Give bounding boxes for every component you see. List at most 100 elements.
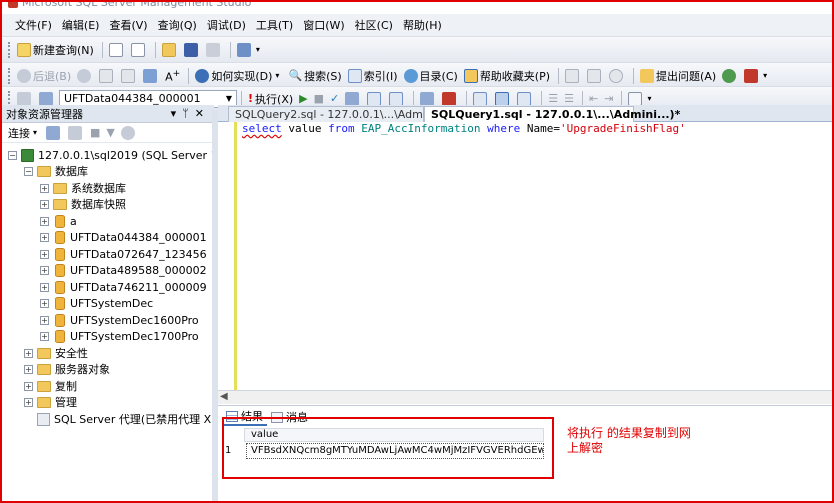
expand-icon[interactable]: +: [40, 282, 49, 292]
editor-horizontal-scrollbar[interactable]: ◀: [218, 390, 832, 404]
tree-node-system-databases[interactable]: + 系统数据库: [40, 180, 126, 196]
contents-button[interactable]: 目录(C): [402, 66, 460, 86]
collapse-icon[interactable]: −: [24, 166, 33, 176]
connect-dropdown-button[interactable]: 连接 ▾: [6, 123, 42, 143]
tree-node-replication[interactable]: + 复制: [24, 378, 77, 394]
chevron-down-icon: ▾: [275, 71, 280, 80]
tree-node-databases[interactable]: − 数据库: [24, 163, 88, 179]
menu-window[interactable]: 窗口(W): [298, 17, 349, 33]
oe-refresh-button[interactable]: [119, 123, 139, 143]
expand-icon[interactable]: +: [40, 183, 49, 193]
index-label: 索引(I): [363, 69, 398, 83]
print-button[interactable]: [204, 40, 224, 60]
expand-icon[interactable]: +: [24, 364, 33, 374]
tab-sqlquery1[interactable]: SQLQuery1.sql - 127.0.0.1\...\Admini...)…: [424, 106, 680, 122]
scroll-left-icon[interactable]: ◀: [220, 391, 228, 402]
plan-icon: [345, 91, 360, 106]
database-select-value: UFTData044384_000001: [64, 92, 201, 105]
tree-node-database-snapshots[interactable]: + 数据库快照: [40, 196, 126, 212]
sync-icon: [565, 68, 580, 83]
help-refresh-button[interactable]: [607, 66, 627, 86]
expand-icon[interactable]: +: [40, 331, 49, 341]
tree-node-database[interactable]: + UFTSystemDec1600Pro: [40, 312, 199, 328]
sql-field: Name: [526, 122, 554, 135]
oe-disconnect-button[interactable]: [66, 123, 86, 143]
menu-query[interactable]: 查询(Q): [153, 17, 202, 33]
tree-node-database[interactable]: + UFTData489588_000002: [40, 262, 207, 278]
annotation-note: 将执行 的结果复制到网 上解密: [567, 426, 727, 456]
oe-filter-button[interactable]: ▼: [104, 123, 116, 143]
toolbar-grip[interactable]: [8, 41, 11, 58]
expand-icon[interactable]: +: [24, 397, 33, 407]
query-editor[interactable]: select value from EAP_AccInformation whe…: [218, 122, 832, 392]
expand-icon[interactable]: +: [24, 381, 33, 391]
tree-node-database[interactable]: + UFTData044384_000001: [40, 229, 207, 245]
refresh-icon: [120, 125, 135, 140]
help-favorites-button[interactable]: 帮助收藏夹(P): [462, 66, 552, 86]
menu-edit[interactable]: 编辑(E): [57, 17, 105, 33]
expand-icon[interactable]: +: [40, 199, 49, 209]
stop-icon: [99, 68, 114, 83]
new-file-button[interactable]: [107, 40, 127, 60]
toolbar-grip[interactable]: [8, 67, 11, 84]
query-text[interactable]: select value from EAP_AccInformation whe…: [242, 122, 686, 136]
tree-node-sql-agent[interactable]: SQL Server 代理(已禁用代理 XP): [37, 411, 222, 427]
tab-sqlquery2[interactable]: SQLQuery2.sql - 127.0.0.1\...\Admini...)…: [228, 106, 456, 122]
new-query-label: 新建查询(N): [33, 43, 94, 57]
tree-node-security[interactable]: + 安全性: [24, 345, 88, 361]
back-button[interactable]: 后退(B): [15, 66, 73, 86]
tree-node-database[interactable]: + UFTSystemDec: [40, 295, 153, 311]
chevron-down-icon: ▼: [225, 94, 232, 103]
toolbar-separator: [558, 67, 560, 84]
expand-icon[interactable]: +: [40, 298, 49, 308]
open-button[interactable]: [160, 40, 180, 60]
how-to-button[interactable]: 如何实现(D) ▾: [193, 66, 284, 86]
tree-node-database[interactable]: + UFTSystemDec1700Pro: [40, 328, 199, 344]
folder-icon: [37, 347, 51, 359]
expand-icon[interactable]: +: [40, 315, 49, 325]
oe-connect-button[interactable]: [44, 123, 64, 143]
object-explorer-header: 对象资源管理器 ▾ᛘ✕: [2, 105, 214, 123]
menu-tools[interactable]: 工具(T): [251, 17, 298, 33]
search-button[interactable]: 🔍 搜索(S): [286, 66, 343, 86]
ask-question-button[interactable]: 提出问题(A): [638, 66, 718, 86]
menu-file[interactable]: 文件(F): [10, 17, 57, 33]
new-project-button[interactable]: [129, 40, 149, 60]
feedback-button[interactable]: ▾: [742, 66, 772, 86]
tree-node-management[interactable]: + 管理: [24, 394, 77, 410]
oe-stop-button[interactable]: ■: [88, 123, 102, 143]
tree-node-database[interactable]: + a: [40, 213, 77, 229]
sync-contents-button[interactable]: [563, 66, 583, 86]
community-button[interactable]: [720, 66, 740, 86]
expand-icon[interactable]: +: [40, 249, 49, 259]
pin-icon[interactable]: ᛘ: [182, 107, 195, 120]
menu-view[interactable]: 查看(V): [104, 17, 152, 33]
tree-node-database[interactable]: + UFTData746211_000009: [40, 279, 207, 295]
forward-button[interactable]: [75, 66, 95, 86]
help-search-button[interactable]: [585, 66, 605, 86]
expand-icon[interactable]: +: [40, 232, 49, 242]
outdent-icon: ⇤: [589, 92, 599, 105]
activity-monitor-button[interactable]: ▾: [235, 40, 265, 60]
index-button[interactable]: 索引(I): [346, 66, 400, 86]
filter-icon: ▼: [106, 126, 115, 139]
menu-community[interactable]: 社区(C): [350, 17, 398, 33]
tree-node-database[interactable]: + UFTData072647_123456: [40, 246, 207, 262]
panel-menu-icon[interactable]: ▾: [171, 107, 183, 120]
refresh-button[interactable]: [119, 66, 139, 86]
close-icon[interactable]: ✕: [195, 107, 210, 120]
menu-debug[interactable]: 调试(D): [202, 17, 251, 33]
expand-icon[interactable]: +: [24, 348, 33, 358]
menu-help[interactable]: 帮助(H): [398, 17, 447, 33]
expand-icon[interactable]: +: [40, 216, 49, 226]
collapse-icon[interactable]: −: [8, 150, 17, 160]
database-icon: [55, 263, 65, 277]
tree-node-server-objects[interactable]: + 服务器对象: [24, 361, 110, 377]
expand-icon[interactable]: +: [40, 265, 49, 275]
new-query-button[interactable]: 新建查询(N): [15, 40, 96, 60]
tree-node-server[interactable]: −127.0.0.1\sql2019 (SQL Server 15.0...: [8, 147, 246, 163]
stop-button[interactable]: [97, 66, 117, 86]
home-button[interactable]: [141, 66, 161, 86]
save-button[interactable]: [182, 40, 202, 60]
font-size-button[interactable]: A+: [163, 66, 182, 86]
